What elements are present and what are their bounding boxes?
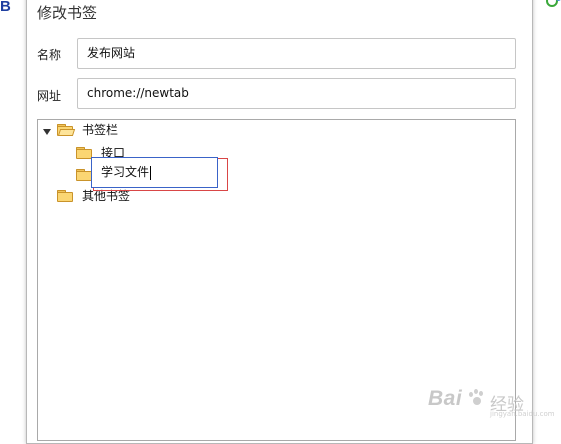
watermark-subtext: jingyan.baidu.com [490, 410, 555, 418]
background-glyph: B [0, 0, 11, 15]
name-input[interactable]: 发布网站 [77, 38, 516, 69]
folder-rename-input[interactable]: 学习文件 [91, 157, 218, 188]
paw-icon [468, 389, 484, 406]
folder-icon [76, 147, 92, 159]
expand-arrow-icon[interactable] [43, 129, 51, 135]
dialog-title: 修改书签 [37, 4, 98, 22]
tree-item-label: 书签栏 [82, 123, 119, 137]
name-label: 名称 [37, 48, 62, 62]
url-input[interactable]: chrome://newtab [77, 78, 516, 109]
background-window-right [533, 0, 561, 440]
tree-item-bookmarks-bar[interactable]: 书签栏 [38, 121, 515, 139]
url-label: 网址 [37, 89, 62, 103]
folder-icon [57, 190, 73, 202]
background-window-left [0, 0, 26, 440]
watermark-brand: Bai [428, 387, 463, 410]
watermark: Bai 经验 jingyan.baidu.com [428, 385, 555, 418]
rename-input-value: 学习文件 [101, 165, 150, 179]
folder-icon [76, 169, 92, 181]
folder-open-icon [57, 124, 76, 136]
text-caret [150, 165, 152, 180]
edit-bookmark-dialog: 修改书签 名称 发布网站 网址 chrome://newtab 书签栏 接口 其… [26, 0, 533, 444]
